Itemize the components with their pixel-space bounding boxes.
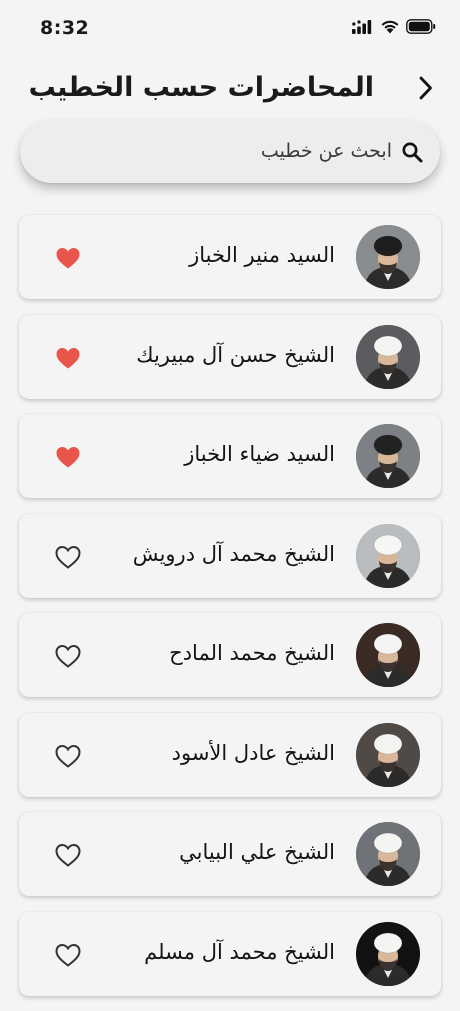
heart-filled-icon <box>54 347 82 375</box>
speaker-card[interactable]: الشيخ محمد آل مسلم <box>19 911 441 996</box>
favorite-button[interactable] <box>54 643 82 669</box>
speaker-card[interactable]: السيد منير الخباز <box>19 215 441 299</box>
battery-icon <box>406 19 436 38</box>
speaker-name: الشيخ علي البيابي <box>179 840 335 864</box>
heart-outline-icon <box>54 843 82 872</box>
speaker-card[interactable]: الشيخ علي البيابي <box>19 812 441 896</box>
speaker-avatar <box>356 324 420 389</box>
heart-filled-icon <box>54 447 82 474</box>
favorite-button[interactable] <box>54 444 82 470</box>
search-input[interactable] <box>72 134 392 168</box>
heart-outline-icon <box>54 644 82 673</box>
speaker-avatar <box>356 822 420 886</box>
favorite-button[interactable] <box>54 345 82 371</box>
speaker-card[interactable]: الشيخ محمد المادح <box>19 613 441 697</box>
favorite-button[interactable] <box>54 743 82 769</box>
speaker-list: السيد منير الخباز الشيخ حسن آل مبيريك السي… <box>19 215 441 1011</box>
page-title: المحاضرات حسب الخطيب <box>28 72 374 103</box>
back-button[interactable] <box>414 74 438 106</box>
speaker-name: الشيخ عادل الأسود <box>171 740 335 765</box>
favorite-button[interactable] <box>54 245 82 271</box>
speaker-avatar <box>356 722 420 787</box>
speaker-avatar <box>356 523 420 588</box>
cellular-signal-icon <box>352 19 374 38</box>
heart-outline-icon <box>54 943 82 972</box>
wifi-icon <box>380 19 400 38</box>
speaker-name: الشيخ محمد آل درويش <box>132 541 335 566</box>
chevron-right-icon <box>418 75 434 105</box>
search-box[interactable] <box>20 120 440 183</box>
favorite-button[interactable] <box>54 942 82 968</box>
speaker-name: الشيخ حسن آل مبيريك <box>136 342 335 367</box>
favorite-button[interactable] <box>54 842 82 868</box>
heart-outline-icon <box>54 744 82 773</box>
speaker-name: الشيخ محمد آل مسلم <box>144 939 335 964</box>
search-icon <box>400 140 424 164</box>
favorite-button[interactable] <box>54 544 82 570</box>
heart-outline-icon <box>54 545 82 574</box>
speaker-name: السيد منير الخباز <box>189 243 335 267</box>
speaker-card[interactable]: السيد ضياء الخباز <box>19 414 441 498</box>
header: المحاضرات حسب الخطيب <box>0 70 460 110</box>
heart-filled-icon <box>54 248 82 275</box>
speaker-name: السيد ضياء الخباز <box>184 442 335 466</box>
speaker-avatar <box>356 921 420 986</box>
speaker-avatar <box>356 623 420 687</box>
speaker-avatar <box>356 225 420 289</box>
status-bar: 8:32 <box>0 0 460 58</box>
speaker-card[interactable]: الشيخ محمد آل درويش <box>19 513 441 598</box>
speaker-card[interactable]: الشيخ حسن آل مبيريك <box>19 314 441 399</box>
speaker-card[interactable]: الشيخ عادل الأسود <box>19 712 441 797</box>
speaker-avatar <box>356 424 420 488</box>
status-icons <box>352 19 436 38</box>
status-time: 8:32 <box>40 17 90 39</box>
speaker-name: الشيخ محمد المادح <box>169 641 335 665</box>
